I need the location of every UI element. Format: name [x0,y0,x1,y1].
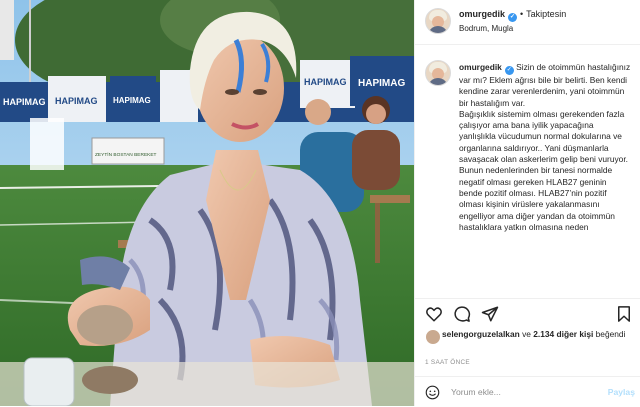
share-comment-button[interactable]: Paylaş [608,387,635,397]
post-photo-illustration: HAPIMAG HAPIMAG HAPIMAG HAPIMAG HAPIMAG … [0,0,414,406]
header-user-line: omurgedik ✓ • Takiptesin [459,9,566,22]
comment-input[interactable] [451,384,601,400]
caption-text: Sizin de otoimmün hastalığınız var mı? E… [459,62,631,232]
post-header: omurgedik ✓ • Takiptesin Bodrum, Mugla [415,0,640,45]
banner-text-4: HAPIMAG [304,77,347,87]
paper-plane-icon[interactable] [481,305,499,323]
liked-by-user-link[interactable]: selengorguzelalkan [442,329,520,339]
verified-badge-icon: ✓ [508,13,518,22]
likes-joiner: ve [522,329,531,339]
likes-suffix: beğendi [595,329,626,339]
username-link[interactable]: omurgedik [459,9,505,19]
caption-avatar[interactable] [425,60,451,86]
likes-text: selengorguzelalkan ve 2.134 diğer kişi b… [442,329,632,340]
post-timestamp[interactable]: 1 SAAT ÖNCE [425,359,470,366]
banner-text-1: HAPIMAG [3,97,46,107]
banner-text-2: HAPIMAG [55,96,98,106]
comment-bar: Paylaş [415,376,640,407]
caption-username-link[interactable]: omurgedik [459,62,502,72]
banner-text-5: HAPIMAG [358,78,405,89]
smiley-icon[interactable] [425,385,440,400]
bookmark-icon[interactable] [615,305,633,323]
liker-avatar[interactable] [425,329,441,345]
caption-body: omurgedik ✓ Sizin de otoimmün hastalığını… [459,62,631,233]
sign-text: ZEYTİN BOSTAN BEREKET [95,151,157,158]
likes-count-link[interactable]: 2.134 diğer kişi [533,329,593,339]
avatar[interactable] [425,8,451,34]
banner-text-3: HAPIMAG [113,96,151,105]
heart-icon[interactable] [425,305,443,323]
caption-verified-badge-icon: ✓ [504,66,514,75]
instagram-post-modal: HAPIMAG HAPIMAG HAPIMAG HAPIMAG HAPIMAG … [0,0,640,406]
post-details-panel: omurgedik ✓ • Takiptesin Bodrum, Mugla omur… [414,0,640,406]
separator-dot: • [520,9,524,19]
location-link[interactable]: Bodrum, Mugla [459,24,513,33]
post-photo[interactable]: HAPIMAG HAPIMAG HAPIMAG HAPIMAG HAPIMAG … [0,0,414,406]
action-bar [415,298,640,329]
following-status[interactable]: Takiptesin [526,9,566,19]
comment-bubble-icon[interactable] [453,305,471,323]
